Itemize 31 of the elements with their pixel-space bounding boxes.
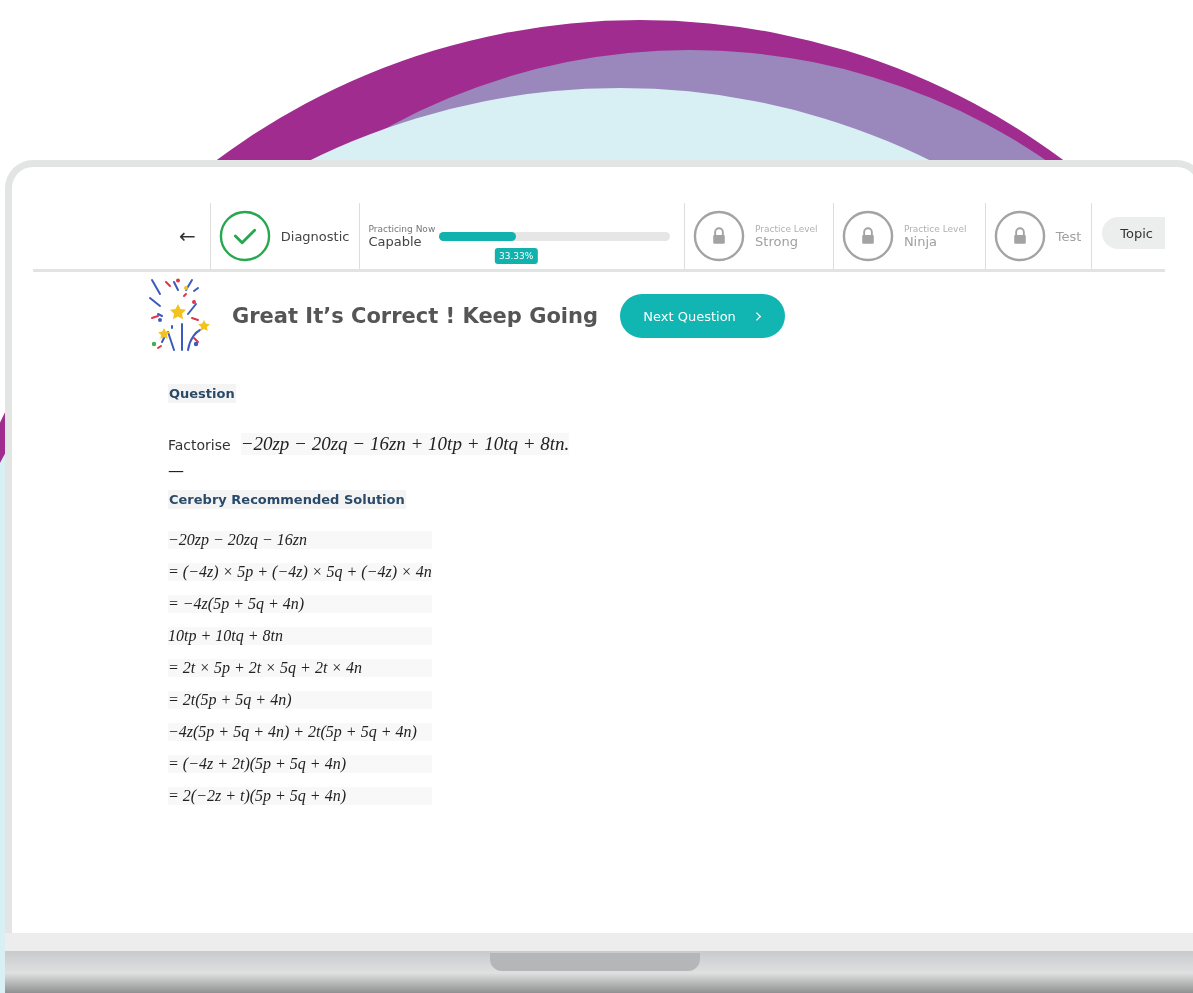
chevron-right-icon — [753, 310, 762, 322]
question-heading: Question — [168, 384, 236, 403]
solution-step: = −4z(5p + 5q + 4n) — [168, 595, 432, 613]
step-caption: Practice Level — [903, 223, 967, 234]
lock-icon — [993, 210, 1046, 262]
solution-step: = 2t × 5p + 2t × 5q + 2t × 4n — [168, 659, 432, 677]
progress-tooltip: 33.33% — [495, 247, 538, 264]
solution-step: −20zp − 20zq − 16zn — [168, 531, 432, 549]
math-expression: −20zp − 20zq − 16zn + 10tp + 10tq + 8tn. — [240, 433, 570, 455]
step-label: Ninja — [903, 233, 939, 249]
step-caption: Practicing Now — [368, 223, 436, 234]
solution-step: = 2t(5p + 5q + 4n) — [168, 691, 432, 709]
step-label: Capable — [368, 233, 423, 249]
topic-button[interactable]: Topic — [1102, 217, 1165, 249]
solution-step: = (−4z) × 5p + (−4z) × 5q + (−4z) × 4n — [168, 563, 432, 581]
solution-heading: Cerebry Recommended Solution — [168, 490, 406, 509]
solution-step: = 2(−2z + t)(5p + 5q + 4n) — [168, 787, 432, 805]
solution-step: 10tp + 10tq + 8tn — [168, 627, 432, 645]
solution-step: = (−4z + 2t)(5p + 5q + 4n) — [168, 755, 432, 773]
feedback-message: Great It’s Correct ! Keep Going — [232, 304, 599, 328]
back-button[interactable]: ← — [33, 203, 211, 269]
lock-icon — [693, 210, 746, 262]
step-label: Strong — [755, 233, 799, 249]
step-label: Diagnostic — [280, 228, 350, 244]
step-label: Test — [1055, 228, 1082, 244]
separator-dash: — — [168, 461, 184, 480]
step-caption: Practice Level — [755, 223, 818, 234]
checkmark-icon — [218, 210, 271, 262]
question-prompt: Factorise — [168, 437, 231, 453]
lock-icon — [841, 210, 894, 262]
solution-step: −4z(5p + 5q + 4n) + 2t(5p + 5q + 4n) — [168, 723, 432, 741]
